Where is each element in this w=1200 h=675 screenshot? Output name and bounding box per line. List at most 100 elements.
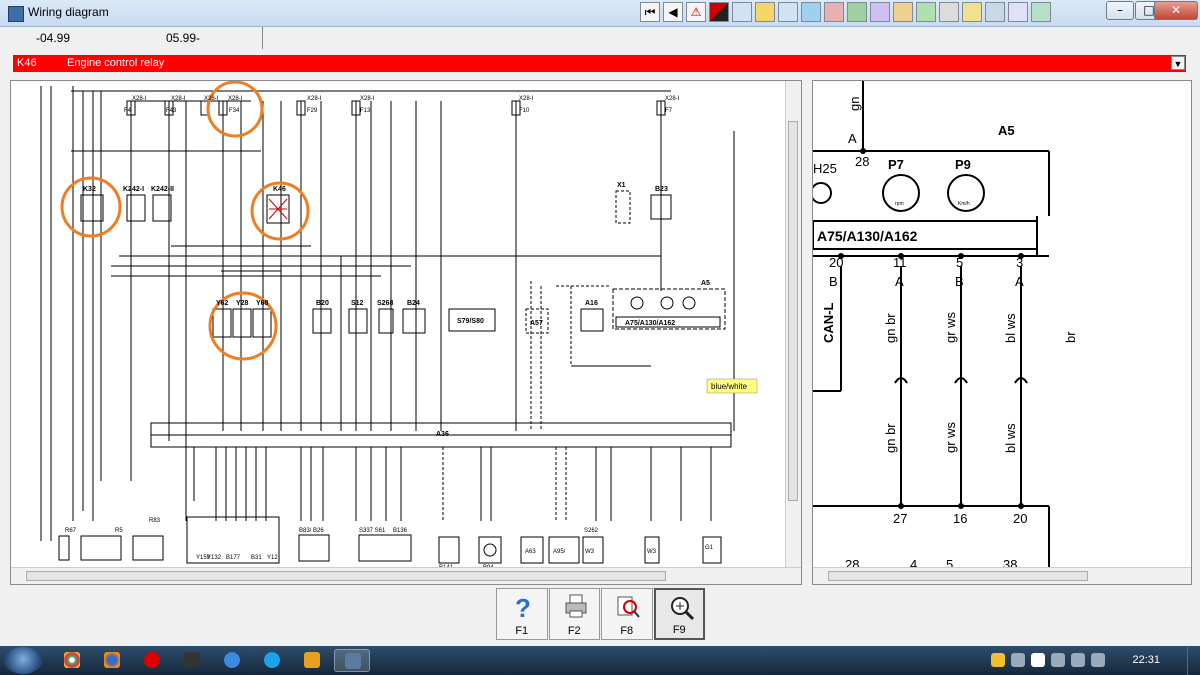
svg-text:F34: F34: [229, 108, 240, 114]
tool-icon[interactable]: [1031, 2, 1051, 22]
component-select[interactable]: K46 Engine control relay ▼: [13, 55, 1186, 72]
tool-icon[interactable]: [778, 2, 798, 22]
tool-icon[interactable]: [870, 2, 890, 22]
chevron-down-icon[interactable]: ▼: [1171, 56, 1185, 70]
help-button[interactable]: ? F1: [496, 588, 548, 640]
zoom-button[interactable]: F9: [653, 588, 706, 640]
tool-icon[interactable]: [893, 2, 913, 22]
can-label: CAN-L: [821, 303, 836, 343]
svg-text:S79/S80: S79/S80: [457, 318, 484, 325]
svg-text:X1: X1: [617, 182, 626, 189]
tool-icon[interactable]: [916, 2, 936, 22]
gauge-label-p7: P7: [888, 157, 904, 172]
svg-text:F13: F13: [360, 108, 371, 114]
search-component-button[interactable]: F8: [601, 588, 653, 640]
tool-icon[interactable]: [801, 2, 821, 22]
wiring-diagram-right[interactable]: gn A 28 A5 P7 P9 H25 A75/A130/A162 20 11…: [812, 80, 1192, 585]
tool-icon[interactable]: [939, 2, 959, 22]
tool-icon[interactable]: [755, 2, 775, 22]
taskbar-wiring-diagram[interactable]: [334, 649, 370, 672]
svg-text:B31: B31: [251, 555, 262, 561]
clock[interactable]: 22:31: [1132, 654, 1160, 666]
scroll-thumb[interactable]: [828, 571, 1088, 581]
taskbar: 22:31: [0, 646, 1200, 675]
previous-icon[interactable]: ◀: [663, 2, 683, 22]
tool-icon[interactable]: [732, 2, 752, 22]
taskbar-player[interactable]: [294, 649, 330, 672]
tool-icon[interactable]: [985, 2, 1005, 22]
horizontal-scrollbar[interactable]: [11, 567, 801, 584]
pin-letter: A: [848, 131, 857, 146]
wire-label: br: [1063, 331, 1078, 343]
volume-icon[interactable]: [1091, 653, 1105, 667]
wire-label: gr ws: [943, 311, 958, 343]
date-range: -04.99 05.99-: [10, 27, 1190, 49]
taskbar-media[interactable]: [174, 649, 210, 672]
bar-label: A75/A130/A162: [817, 228, 918, 244]
pin-letter: B: [829, 274, 838, 289]
end-pin: 20: [1013, 511, 1027, 526]
taskbar-firefox[interactable]: [94, 649, 130, 672]
svg-text:F29: F29: [307, 108, 318, 114]
svg-text:F43: F43: [166, 108, 177, 114]
tray-icon[interactable]: [1031, 653, 1045, 667]
svg-text:X28-I: X28-I: [665, 96, 680, 102]
bar-pin: 11: [893, 255, 907, 270]
svg-text:A57: A57: [530, 320, 543, 327]
tool-icon[interactable]: [962, 2, 982, 22]
svg-text:B23: B23: [655, 186, 668, 193]
minimize-button[interactable]: –: [1106, 1, 1134, 20]
svg-text:G1: G1: [705, 545, 714, 551]
svg-text:S12: S12: [351, 300, 364, 307]
svg-text:A63: A63: [525, 549, 536, 555]
component-name: Engine control relay: [67, 57, 165, 69]
tool-icon[interactable]: [824, 2, 844, 22]
svg-text:K32: K32: [83, 186, 96, 193]
start-button[interactable]: [4, 647, 42, 674]
svg-text:X28-I: X28-I: [204, 96, 219, 102]
tool-icon[interactable]: [847, 2, 867, 22]
first-page-icon[interactable]: ⏮: [640, 2, 660, 22]
svg-text:W3: W3: [647, 549, 657, 555]
pin-letter: A: [895, 274, 904, 289]
divider: [262, 27, 263, 49]
horizontal-scrollbar[interactable]: [813, 567, 1191, 584]
svg-text:F10: F10: [519, 108, 530, 114]
gauge-unit: Km/h: [958, 201, 970, 207]
tray-icon[interactable]: [1011, 653, 1025, 667]
end-pin: 27: [893, 511, 907, 526]
wiring-diagram-left[interactable]: X28-I F4 X28-I F43 X28-I X28-I F34 X28-I…: [10, 80, 802, 585]
zoom-icon: [670, 597, 694, 621]
svg-text:?: ?: [515, 593, 531, 621]
svg-text:S268: S268: [377, 300, 393, 307]
svg-text:Y12: Y12: [267, 555, 278, 561]
network-icon[interactable]: [1071, 653, 1085, 667]
bar-pin: 20: [829, 255, 843, 270]
svg-text:S337 S61: S337 S61: [359, 528, 386, 534]
close-button[interactable]: ✕: [1154, 1, 1198, 20]
svg-text:A5: A5: [701, 280, 710, 287]
warning-icon[interactable]: ⚠: [686, 2, 706, 22]
flag-icon[interactable]: [1051, 653, 1065, 667]
vertical-scrollbar[interactable]: [785, 81, 801, 569]
scroll-thumb[interactable]: [788, 121, 798, 501]
gauge-label-p9: P9: [955, 157, 971, 172]
wire-label: gn br: [883, 423, 898, 453]
taskbar-skype[interactable]: [254, 649, 290, 672]
taskbar-ie[interactable]: [214, 649, 250, 672]
svg-text:B177: B177: [226, 555, 241, 561]
print-button[interactable]: F2: [548, 588, 600, 640]
wire-label: gr ws: [943, 421, 958, 453]
scroll-thumb[interactable]: [26, 571, 666, 581]
show-desktop-button[interactable]: [1187, 646, 1200, 675]
component-code: K46: [17, 57, 37, 69]
color-icon[interactable]: [709, 2, 729, 22]
svg-text:Y68: Y68: [256, 300, 269, 307]
tray-icon[interactable]: [991, 653, 1005, 667]
taskbar-opera[interactable]: [134, 649, 170, 672]
tool-icon[interactable]: [1008, 2, 1028, 22]
fkey-label: F8: [620, 625, 634, 637]
svg-text:B24: B24: [407, 300, 420, 307]
taskbar-chrome[interactable]: [54, 649, 90, 672]
print-icon: [565, 594, 586, 618]
